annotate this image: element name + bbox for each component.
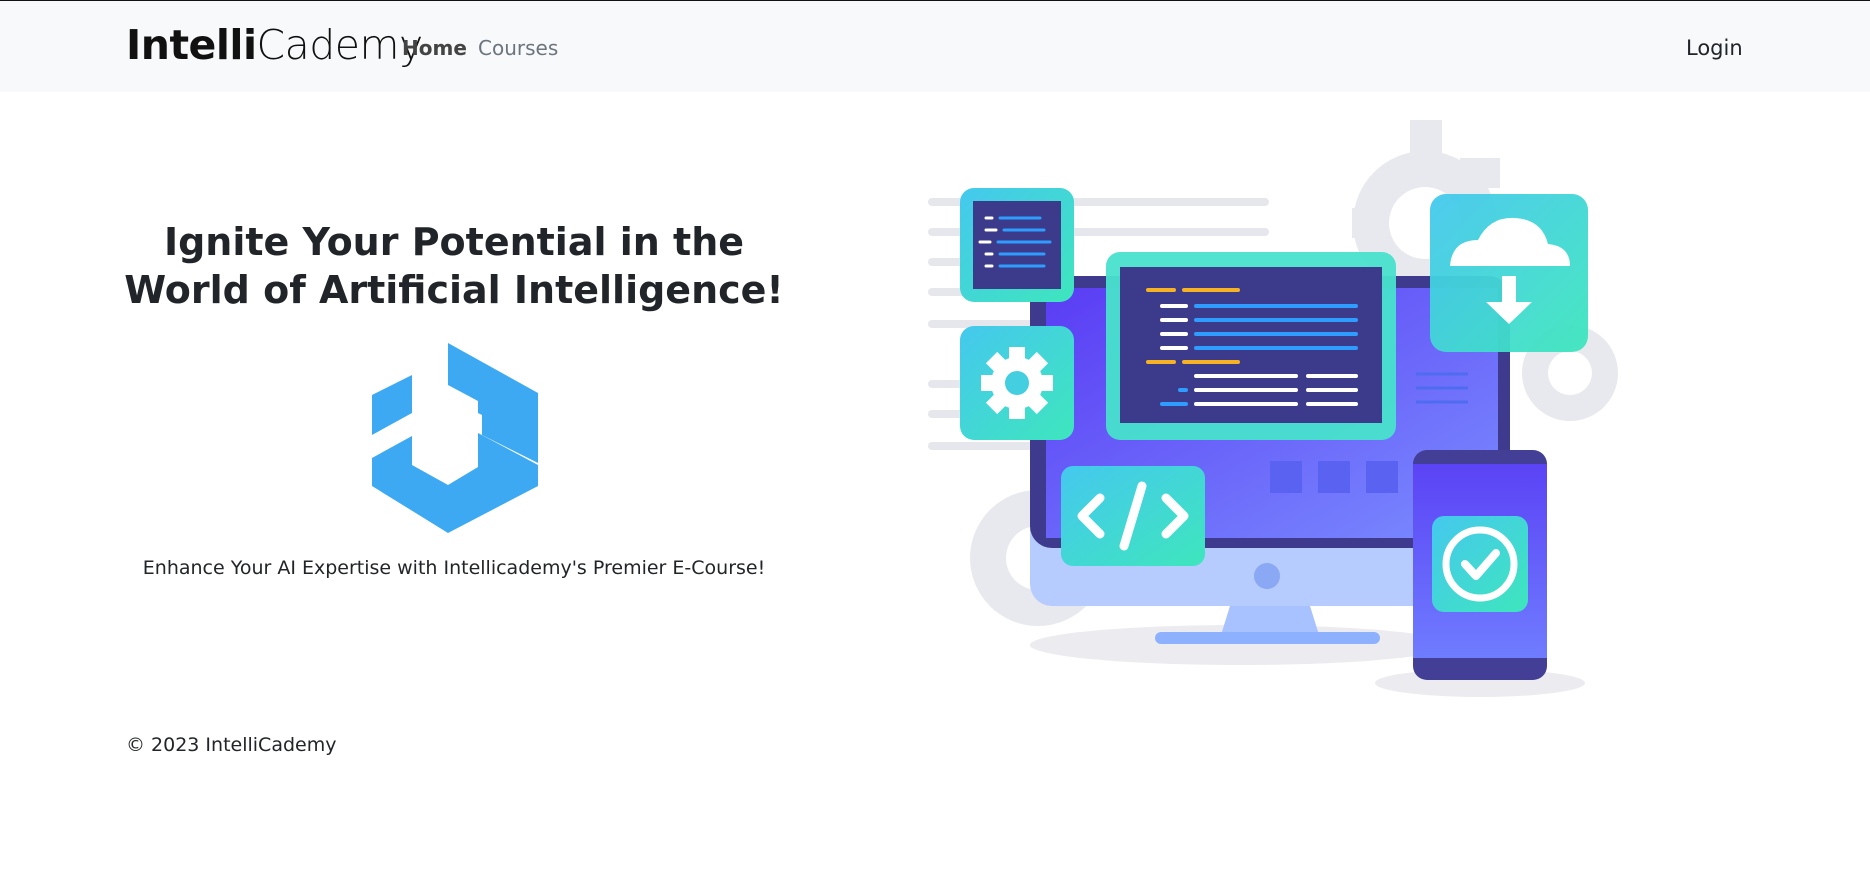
settings-gear-icon bbox=[960, 326, 1074, 440]
brand-light-text: Cademy bbox=[256, 21, 424, 69]
nav-link-home[interactable]: Home bbox=[402, 35, 467, 61]
nav-link-courses[interactable]: Courses bbox=[478, 35, 558, 61]
code-window-illustration bbox=[1106, 252, 1396, 440]
footer-copyright: © 2023 IntelliCademy bbox=[126, 734, 337, 756]
hero-tagline: Enhance Your AI Expertise with Intellica… bbox=[142, 557, 766, 579]
coding-devices-illustration bbox=[928, 120, 1618, 697]
login-link[interactable]: Login bbox=[1686, 35, 1743, 61]
smartphone-illustration bbox=[1413, 450, 1547, 680]
code-tag-icon bbox=[1061, 466, 1205, 566]
brand-bold-text: Intelli bbox=[126, 21, 257, 69]
navbar: IntelliCademy Home Courses Login bbox=[0, 1, 1870, 92]
cloud-download-icon bbox=[1430, 194, 1588, 352]
check-circle-icon bbox=[1432, 516, 1528, 612]
intellicademy-logo-icon bbox=[372, 343, 538, 533]
hero-title: Ignite Your Potential in the World of Ar… bbox=[124, 220, 784, 312]
brand-logo[interactable]: IntelliCademy bbox=[126, 17, 423, 73]
document-icon bbox=[960, 188, 1074, 302]
